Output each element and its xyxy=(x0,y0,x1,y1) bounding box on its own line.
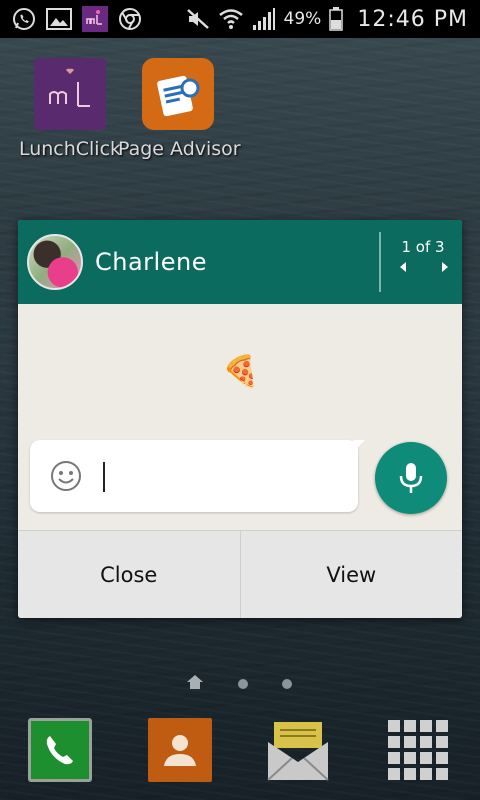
close-button[interactable]: Close xyxy=(18,531,240,618)
page-dot[interactable] xyxy=(238,679,248,689)
page-dot[interactable] xyxy=(282,679,292,689)
popup-header: Charlene 1 of 3 xyxy=(18,220,462,304)
popup-footer: Close View xyxy=(18,530,462,618)
envelope-icon xyxy=(267,722,329,781)
contact-avatar[interactable] xyxy=(27,234,83,290)
app-lunchclick[interactable]: LunchClick xyxy=(10,58,130,160)
signal-icon xyxy=(252,7,276,31)
next-arrow-icon[interactable] xyxy=(442,262,448,272)
mute-icon xyxy=(186,8,210,30)
contacts-icon xyxy=(164,735,196,766)
gallery-icon xyxy=(46,8,72,30)
message-area: 🍕 xyxy=(18,304,462,528)
whatsapp-icon xyxy=(12,7,36,31)
app-label: Page Advisor xyxy=(118,138,241,160)
phone-icon xyxy=(46,736,73,765)
page-advisor-icon xyxy=(142,58,214,130)
lunchclick-notification-icon xyxy=(82,6,108,32)
quick-reply-popup: Charlene 1 of 3 🍕 Close View xyxy=(18,220,462,618)
contacts-app[interactable] xyxy=(148,718,212,782)
app-label: LunchClick xyxy=(18,138,122,160)
voice-record-button[interactable] xyxy=(375,442,447,514)
phone-app[interactable] xyxy=(28,718,92,782)
reply-bubble-tail xyxy=(353,440,365,452)
home-page-indicator xyxy=(186,674,292,694)
app-page-advisor[interactable]: Page Advisor xyxy=(118,58,241,160)
message-content: 🍕 xyxy=(222,354,260,389)
chrome-icon xyxy=(118,7,142,31)
status-bar: 49% 12:46 PM xyxy=(0,0,480,38)
message-pager: 1 of 3 xyxy=(388,238,458,272)
reply-input[interactable] xyxy=(30,440,358,512)
pager-count: 1 of 3 xyxy=(401,238,445,256)
messages-app[interactable] xyxy=(266,718,330,782)
lunchclick-icon xyxy=(34,58,106,130)
dock xyxy=(0,712,480,800)
apps-drawer-button[interactable] xyxy=(386,718,450,782)
battery-icon xyxy=(329,7,344,31)
previous-arrow-icon[interactable] xyxy=(400,262,406,272)
microphone-icon xyxy=(399,463,423,493)
app-grid-icon xyxy=(388,720,448,780)
emoji-picker-icon[interactable] xyxy=(50,460,82,496)
wifi-icon xyxy=(218,7,244,31)
home-icon[interactable] xyxy=(186,674,204,694)
header-divider xyxy=(379,232,381,292)
clock: 12:46 PM xyxy=(357,6,468,32)
view-button[interactable]: View xyxy=(239,531,463,618)
text-cursor xyxy=(103,462,105,492)
battery-percent: 49% xyxy=(283,9,322,29)
contact-name[interactable]: Charlene xyxy=(95,248,207,276)
